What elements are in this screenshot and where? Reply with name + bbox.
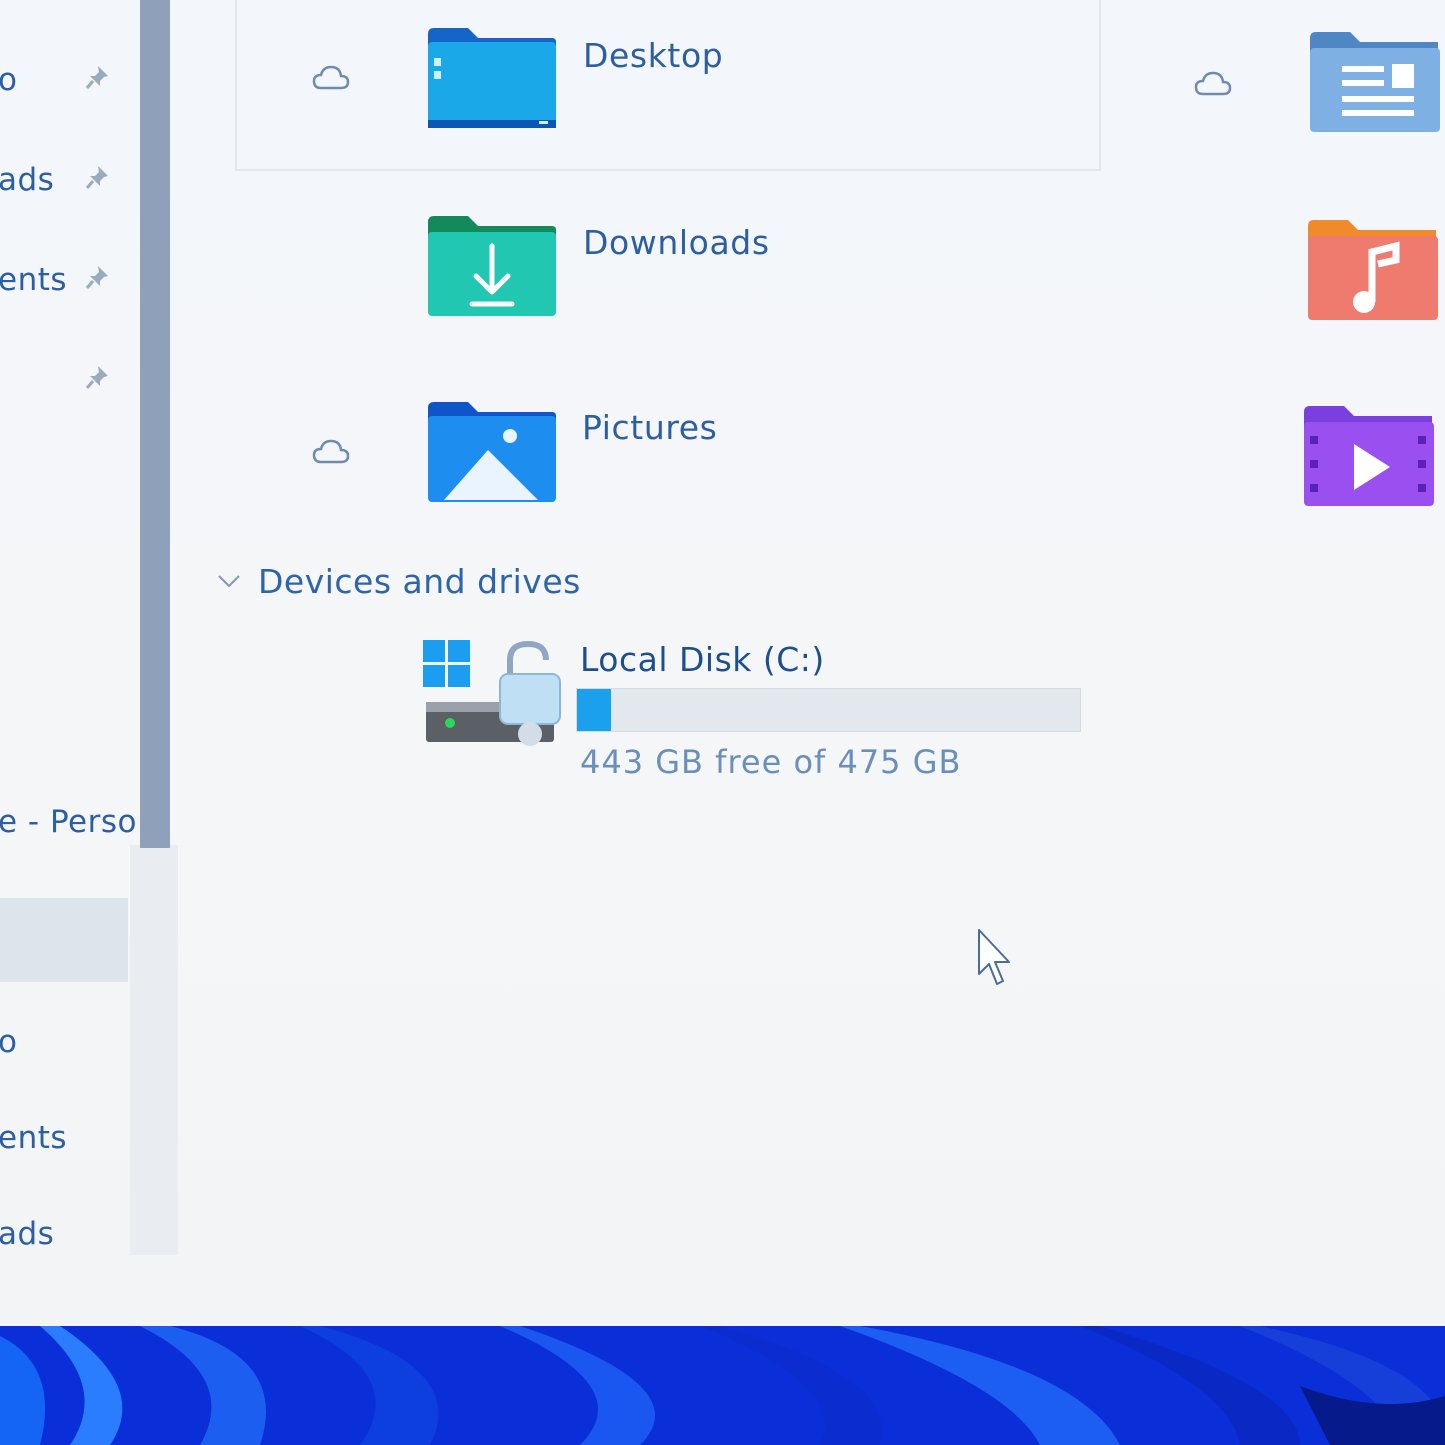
nav-item-documents[interactable]: ents: [0, 260, 128, 300]
nav-item-onedrive[interactable]: e - Perso: [0, 802, 137, 842]
nav-item-downloads-2[interactable]: ads: [0, 1214, 128, 1254]
bloom-wallpaper-graphic: [0, 1326, 1445, 1445]
nav-item-label: o: [0, 62, 18, 98]
devices-and-drives-header[interactable]: Devices and drives: [214, 562, 634, 606]
scrollbar-track[interactable]: [130, 845, 178, 1255]
desktop-folder-icon[interactable]: [426, 24, 558, 130]
navigation-pane: o ads ents e - Perso o ents ads: [0, 0, 140, 1260]
nav-item-documents-2[interactable]: ents: [0, 1118, 128, 1158]
downloads-folder-icon[interactable]: [426, 212, 558, 318]
cloud-icon: [312, 439, 350, 464]
nav-item-desktop[interactable]: o: [0, 1022, 128, 1062]
drive-usage-fill: [577, 689, 611, 731]
section-title: Devices and drives: [258, 562, 581, 601]
scrollbar-thumb[interactable]: [140, 0, 170, 848]
desktop-tile-selected[interactable]: [235, 0, 1101, 171]
drive-local-disk-c[interactable]: Local Disk (C:) 443 GB free of 475 GB: [420, 636, 1100, 786]
nav-item-label: ads: [0, 1216, 55, 1252]
drive-name: Local Disk (C:): [580, 640, 825, 679]
nav-item-label: ads: [0, 162, 55, 198]
desktop-wallpaper: [0, 1326, 1445, 1445]
music-folder-icon[interactable]: [1306, 216, 1440, 324]
pin-icon: [85, 66, 108, 89]
pin-icon: [85, 366, 108, 389]
pictures-folder-icon[interactable]: [426, 398, 558, 504]
mouse-cursor-icon: [978, 929, 1010, 985]
drive-bitlocker-icon: [423, 640, 561, 746]
cloud-icon: [312, 65, 350, 90]
folder-name[interactable]: Downloads: [583, 223, 770, 262]
file-explorer-window: o ads ents e - Perso o ents ads Desktop …: [0, 0, 1445, 1333]
folder-name[interactable]: Desktop: [583, 36, 723, 75]
chevron-down-icon[interactable]: [214, 566, 244, 596]
pin-icon: [85, 166, 108, 189]
drive-usage-bar: [576, 688, 1081, 732]
cloud-icon: [1194, 71, 1232, 96]
pin-icon: [85, 266, 108, 289]
nav-item-downloads[interactable]: ads: [0, 160, 128, 200]
nav-item-this-pc-selected[interactable]: [0, 898, 128, 982]
folder-name[interactable]: Pictures: [582, 408, 717, 447]
nav-item-pinned-1[interactable]: o: [0, 60, 128, 100]
nav-item-label: e - Perso: [0, 804, 137, 840]
nav-item-label: ents: [0, 262, 68, 298]
documents-folder-icon[interactable]: [1308, 28, 1442, 136]
drive-free-space: 443 GB free of 475 GB: [580, 743, 962, 781]
nav-item-label: o: [0, 1024, 18, 1060]
nav-item-label: ents: [0, 1120, 68, 1156]
nav-item-pictures[interactable]: [0, 360, 128, 400]
videos-folder-icon[interactable]: [1302, 402, 1436, 510]
